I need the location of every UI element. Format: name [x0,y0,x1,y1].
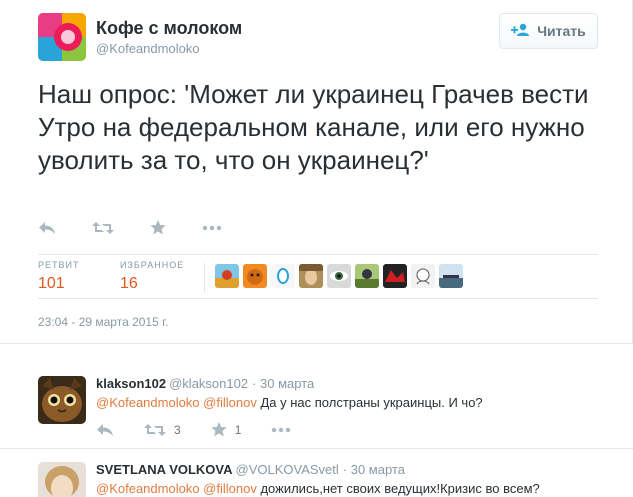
reply-avatar[interactable] [38,462,86,497]
account-handle[interactable]: @Kofeandmoloko [96,41,200,56]
mention-link[interactable]: @Kofeandmoloko [96,481,200,496]
stats-divider [204,263,205,293]
follow-button[interactable]: Читать [499,13,598,49]
favoriter-avatar[interactable] [355,264,379,288]
retweet-count: 3 [174,422,181,437]
mention-link[interactable]: @fillonov [203,481,257,496]
more-icon[interactable] [202,220,222,235]
account-name[interactable]: Кофе с молоком [96,18,242,39]
favorite-count: 16 [120,275,138,292]
favorite-count: 1 [234,422,242,437]
reply-text: @Kofeandmoloko @fillonov дожились,нет св… [96,481,540,496]
favoriter-avatar[interactable] [439,264,463,288]
more-icon[interactable] [271,427,291,433]
tweet-timestamp[interactable]: 23:04 - 29 марта 2015 г. [38,315,168,329]
tweet-actions [38,220,222,235]
reply-header: SVETLANA VOLKOVA @VOLKOVASvetl · 30 марта [96,462,405,477]
favoriter-avatar[interactable] [215,264,239,288]
favorite-star-icon [211,422,227,437]
favoriter-avatar[interactable] [243,264,267,288]
reply-author-handle[interactable]: @klakson102 [169,376,248,391]
mention-link[interactable]: @Kofeandmoloko [96,395,200,410]
favorite-stat-label: ИЗБРАННОЕ [120,260,185,270]
favoriter-avatar[interactable] [327,264,351,288]
retweet-count: 101 [38,275,65,292]
retweet-stat[interactable]: РЕТВИТ 101 [38,260,79,293]
retweet-icon[interactable] [92,220,114,235]
follow-label: Читать [537,23,586,39]
reply-avatar[interactable] [38,376,86,424]
favoriter-avatar[interactable] [271,264,295,288]
reply-actions: 3 1 [96,422,321,437]
reply-icon[interactable] [38,220,56,235]
reply-author-name[interactable]: klakson102 [96,376,166,391]
account-avatar[interactable] [38,13,86,61]
replies-list: klakson102 @klakson102 · 30 марта @Kofeand… [0,343,633,497]
retweet-stat-label: РЕТВИТ [38,260,80,270]
reply-author-handle[interactable]: @VOLKOVASvetl [236,462,339,477]
reply-icon[interactable] [96,423,114,437]
tweet-text: Наш опрос: 'Может ли украинец Грачев вес… [38,79,589,175]
add-user-icon [511,23,531,40]
favorite-button[interactable]: 1 [211,422,242,437]
reply-body: Да у нас полстраны украинцы. И чо? [260,395,483,410]
favorite-stat[interactable]: ИЗБРАННОЕ 16 [120,260,184,293]
retweet-icon [144,423,166,436]
reply-text: @Kofeandmoloko @fillonov Да у нас полстр… [96,395,483,410]
reply-body: дожились,нет своих ведущих!Кризис во все… [260,481,540,496]
reply-date[interactable]: · 30 марта [252,376,314,391]
mention-link[interactable]: @fillonov [203,395,257,410]
reply-date[interactable]: · 30 марта [343,462,405,477]
favorite-star-icon[interactable] [150,220,166,235]
reply-header: klakson102 @klakson102 · 30 марта [96,376,314,391]
retweet-button[interactable]: 3 [144,423,181,437]
tweet-detail: Кофе с молоком @Kofeandmoloko Читать Наш… [0,0,633,343]
favoriter-avatar[interactable] [299,264,323,288]
favoriters-list [215,264,463,288]
reply-divider [0,448,633,449]
tweet-stats: РЕТВИТ 101 ИЗБРАННОЕ 16 [38,254,598,299]
reply-author-name[interactable]: SVETLANA VOLKOVA [96,462,233,477]
favoriter-avatar[interactable] [383,264,407,288]
favoriter-avatar[interactable] [411,264,435,288]
